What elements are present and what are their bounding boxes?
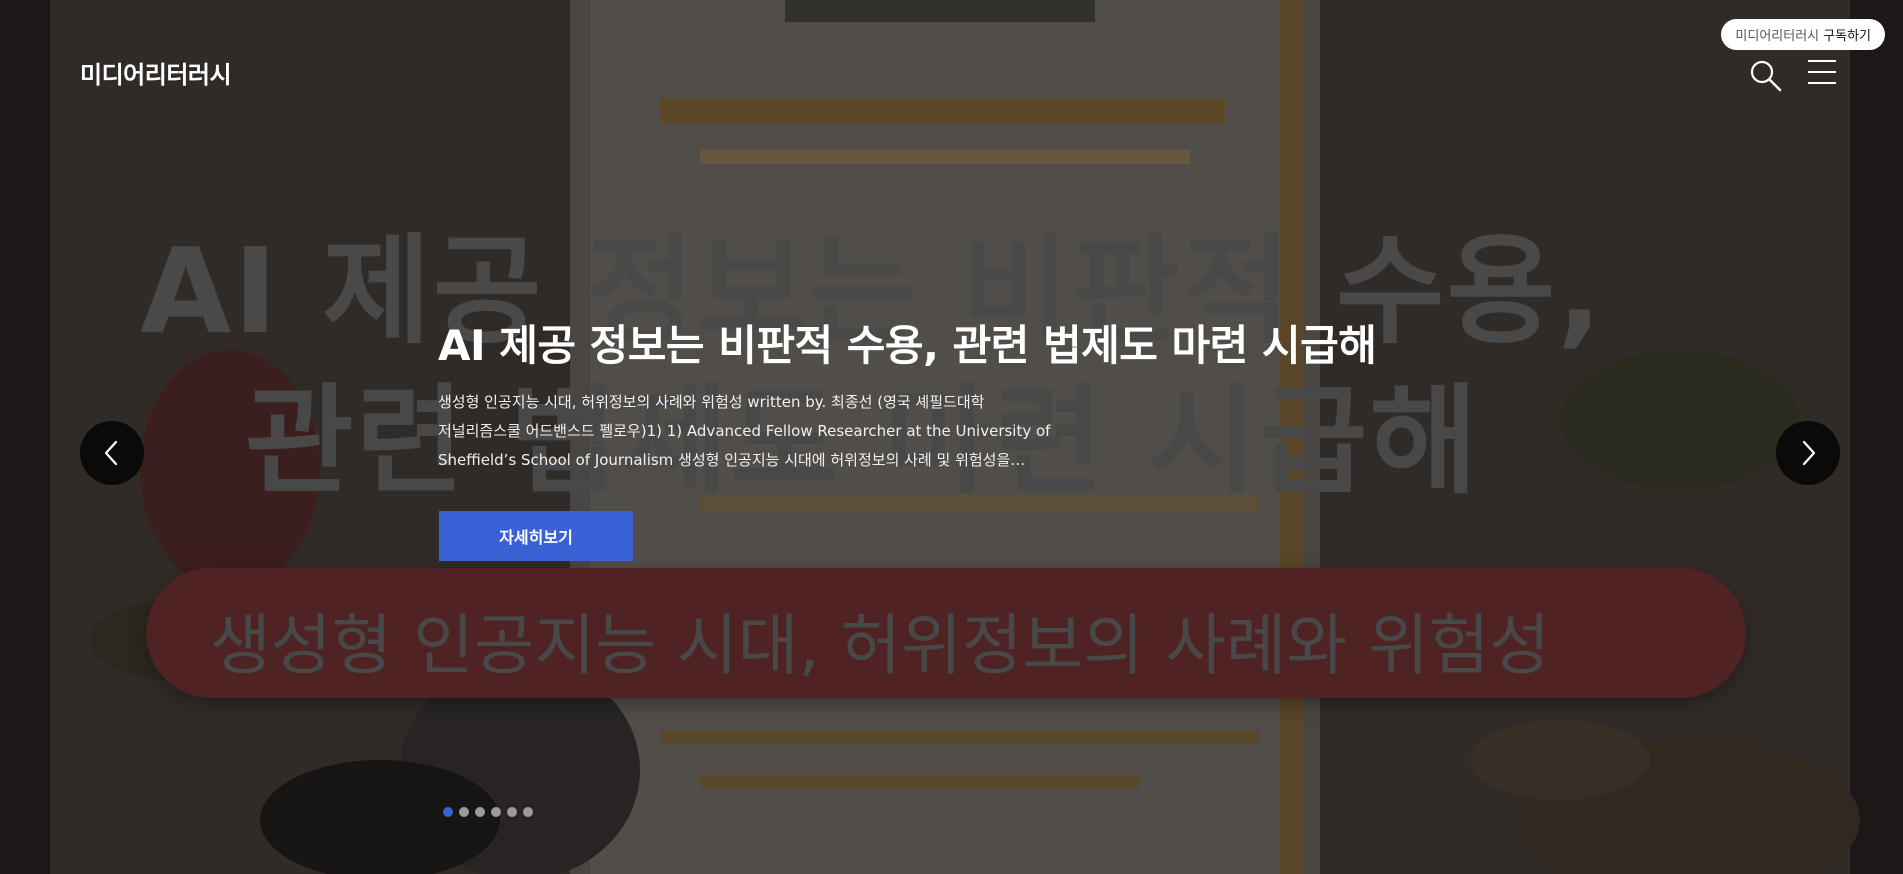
site-logo[interactable]: 미디어리터러시 xyxy=(80,55,232,90)
carousel-dot[interactable] xyxy=(475,807,485,817)
chevron-right-icon xyxy=(1802,440,1816,466)
carousel-dot[interactable] xyxy=(491,807,501,817)
search-icon[interactable] xyxy=(1748,58,1784,94)
carousel-next-button[interactable] xyxy=(1776,421,1840,485)
slide-description-line: 저널리즘스쿨 어드밴스드 펠로우)1) 1) Advanced Fellow R… xyxy=(438,422,1051,440)
slide-description-line: 생성형 인공지능 시대, 허위정보의 사례와 위험성 written by. 최… xyxy=(438,393,985,411)
chevron-left-icon xyxy=(104,440,118,466)
carousel-dot[interactable] xyxy=(459,807,469,817)
slide-description-line: Sheffield’s School of Journalism 생성형 인공지… xyxy=(438,451,1026,469)
hamburger-menu-icon[interactable] xyxy=(1808,60,1840,86)
subscribe-button[interactable]: 미디어리터러시 구독하기 xyxy=(1721,19,1885,50)
carousel-prev-button[interactable] xyxy=(80,421,144,485)
carousel-pagination xyxy=(443,807,533,817)
subscribe-brand-label: 미디어리터러시 xyxy=(1735,29,1820,44)
hero-banner: AI 제공 정보는 비판적 수용, 관련 법제도 마련 시급해 생성형 인공지능… xyxy=(0,0,1903,874)
slide-description: 생성형 인공지능 시대, 허위정보의 사례와 위험성 written by. 최… xyxy=(438,388,1051,475)
carousel-dot[interactable] xyxy=(443,807,453,817)
subscribe-action-label: 구독하기 xyxy=(1823,29,1871,44)
read-more-button[interactable]: 자세히보기 xyxy=(439,511,633,561)
carousel-dot[interactable] xyxy=(523,807,533,817)
slide-title[interactable]: AI 제공 정보는 비판적 수용, 관련 법제도 마련 시급해 xyxy=(438,312,1377,373)
carousel-dot[interactable] xyxy=(507,807,517,817)
